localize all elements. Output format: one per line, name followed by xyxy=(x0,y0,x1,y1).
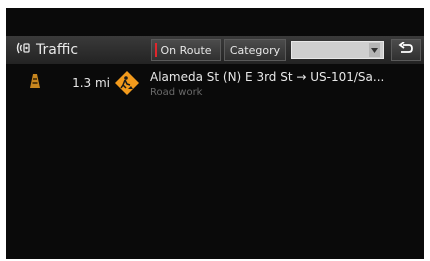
category-label: Category xyxy=(229,43,281,57)
traffic-light-icon xyxy=(28,73,42,93)
navigation-screen: Traffic On Route Category 1.3 mi Alameda… xyxy=(6,8,424,259)
incident-type: Road work xyxy=(150,87,203,98)
back-arrow-icon xyxy=(398,40,414,59)
page-title-text: Traffic xyxy=(36,42,79,58)
on-route-label: On Route xyxy=(160,43,212,57)
header-bar: Traffic On Route Category xyxy=(6,36,424,64)
traffic-radio-icon xyxy=(16,41,36,59)
road-work-sign-icon xyxy=(114,70,140,100)
category-select[interactable] xyxy=(291,41,384,59)
chevron-down-icon xyxy=(369,43,380,57)
incident-title: Alameda St (N) E 3rd St → US-101/Sa... xyxy=(150,70,385,84)
page-title: Traffic xyxy=(16,40,78,60)
on-route-button[interactable]: On Route xyxy=(151,39,221,61)
category-button[interactable]: Category xyxy=(224,39,286,61)
on-route-indicator xyxy=(155,43,157,57)
traffic-list-item[interactable]: 1.3 mi Alameda St (N) E 3rd St → US-101/… xyxy=(6,64,424,102)
back-button[interactable] xyxy=(391,39,421,61)
distance-text: 1.3 mi xyxy=(72,76,110,90)
